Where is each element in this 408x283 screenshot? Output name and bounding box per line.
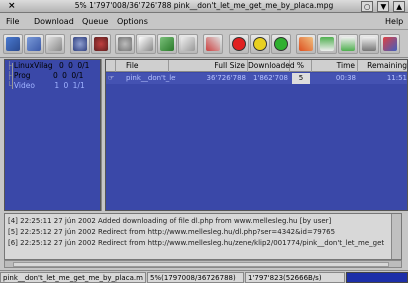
- cell-full-size: 36'726'788: [206, 74, 246, 82]
- cell-percent: 5: [292, 73, 310, 84]
- users-button[interactable]: [136, 34, 156, 54]
- col-header-time[interactable]: Time: [312, 60, 358, 72]
- menu-bar: File Download Queue Options Help: [0, 14, 408, 30]
- col-header-downloaded[interactable]: Downloaded: [248, 60, 295, 72]
- move-up-button[interactable]: [317, 34, 337, 54]
- menu-download[interactable]: Download: [34, 17, 74, 26]
- exit-icon: [383, 37, 397, 51]
- move-down-button[interactable]: [338, 34, 358, 54]
- terminal-icon: [362, 37, 376, 51]
- menu-options[interactable]: Options: [117, 17, 148, 26]
- menu-help[interactable]: Help: [385, 17, 403, 26]
- col-header-remaining[interactable]: Remaining: [358, 60, 407, 72]
- green-light-icon: [274, 37, 288, 51]
- tree-item-count-3: 0/1: [71, 71, 84, 80]
- tree-item-count-2: 0: [63, 81, 69, 90]
- move-down-icon: [341, 37, 355, 51]
- tree-item-count-1: 1: [54, 81, 60, 90]
- settings-icon: [73, 37, 87, 51]
- red-light-icon: [232, 37, 246, 51]
- tree-item-prog[interactable]: ├ Prog 0 0 0/1: [7, 71, 83, 80]
- status-indicator: [346, 272, 408, 283]
- status-speed: 1'797'823(52666B/s): [245, 272, 345, 283]
- open-button[interactable]: [24, 34, 44, 54]
- save-icon: [48, 37, 62, 51]
- col-header-status[interactable]: [106, 60, 116, 72]
- tools-icon: [206, 37, 220, 51]
- tree-item-label: Video: [13, 81, 35, 90]
- shade-button[interactable]: ▼: [377, 1, 390, 12]
- settings-button[interactable]: [70, 34, 90, 54]
- log-line: [4] 22:25:11 27 jún 2002 Added downloadi…: [8, 217, 332, 225]
- status-file: pink__don't_let_me_get_me_by_placa.m: [0, 272, 146, 283]
- tree-item-count-2: 0: [68, 61, 73, 70]
- tree-item-count-3: 1/1: [72, 81, 85, 90]
- col-header-percent[interactable]: %: [290, 60, 312, 72]
- stop-button[interactable]: [229, 34, 249, 54]
- menu-queue[interactable]: Queue: [82, 17, 108, 26]
- maximize-button[interactable]: ▲: [393, 1, 405, 12]
- pause-button[interactable]: [157, 34, 177, 54]
- minimize-button[interactable]: ○: [360, 1, 374, 12]
- delete-icon: [94, 37, 108, 51]
- yellow-light-icon: [253, 37, 267, 51]
- tree-item-count-1: 0: [59, 61, 64, 70]
- new-icon: [6, 37, 20, 51]
- log-panel: [4] 22:25:11 27 jún 2002 Added downloadi…: [4, 213, 402, 260]
- log-horizontal-scrollbar[interactable]: [4, 260, 402, 268]
- cell-remaining: 11:51: [386, 74, 407, 82]
- resume-icon: [181, 37, 195, 51]
- col-header-full-size[interactable]: Full Size: [169, 60, 248, 72]
- toolbar: [0, 31, 408, 58]
- scrollbar-thumb[interactable]: [13, 262, 389, 267]
- download-table: File Full Size Downloaded % Time Remaini…: [105, 59, 408, 211]
- users-icon: [139, 37, 153, 51]
- tools-button[interactable]: [203, 34, 223, 54]
- log-line: [6] 22:25:12 27 jún 2002 Redirect from h…: [8, 239, 385, 247]
- delete-button[interactable]: [91, 34, 111, 54]
- menu-file[interactable]: File: [6, 17, 19, 26]
- status-bar: pink__don't_let_me_get_me_by_placa.m 5%(…: [0, 270, 408, 283]
- title-bar: × 5% 1'797'008/36'726'788 pink__don't_le…: [0, 0, 408, 13]
- table-header: File Full Size Downloaded % Time Remaini…: [106, 60, 407, 72]
- cell-time: 00:38: [335, 74, 356, 82]
- save-button[interactable]: [45, 34, 65, 54]
- window-title: 5% 1'797'008/36'726'788 pink__don't_let_…: [74, 1, 334, 10]
- resume-button[interactable]: [178, 34, 198, 54]
- tree-item-count-2: 0: [62, 71, 67, 80]
- cell-downloaded: 1'862'708: [252, 74, 288, 82]
- tree-item-count-3: 0/1: [77, 61, 90, 70]
- col-header-file[interactable]: File: [116, 60, 169, 72]
- start-button[interactable]: [271, 34, 291, 54]
- log-vertical-scrollbar[interactable]: [391, 214, 401, 259]
- tree-item-label: Prog: [13, 71, 31, 80]
- gear-button[interactable]: [115, 34, 135, 54]
- tree-item-label: LinuxVilag: [13, 61, 53, 70]
- open-icon: [27, 37, 41, 51]
- tree-item-count-1: 0: [52, 71, 58, 80]
- wait-button[interactable]: [250, 34, 270, 54]
- move-up-icon: [320, 37, 334, 51]
- pencil-icon: [299, 37, 313, 51]
- tree-item-linuxvilag[interactable]: ├ LinuxVilag 0 0 0/1: [7, 61, 89, 70]
- pause-icon: [160, 37, 174, 51]
- gear-icon: [118, 37, 132, 51]
- table-row[interactable]: ☞ pink__don't_let 36'726'788 1'862'708 5…: [106, 73, 407, 84]
- download-status-icon: ☞: [108, 74, 115, 82]
- exit-button[interactable]: [380, 34, 400, 54]
- status-progress: 5%(1797008/36726788): [147, 272, 244, 283]
- new-download-button[interactable]: [3, 34, 23, 54]
- terminal-button[interactable]: [359, 34, 379, 54]
- log-line: [5] 22:25:12 27 jún 2002 Redirect from h…: [8, 228, 336, 236]
- queue-tree: ├ LinuxVilag 0 0 0/1 ├ Prog 0 0 0/1 └ Vi…: [4, 59, 101, 211]
- edit-button[interactable]: [296, 34, 316, 54]
- cell-file: pink__don't_let: [126, 74, 176, 82]
- tree-item-video[interactable]: └ Video 1 0 1/1: [7, 81, 85, 90]
